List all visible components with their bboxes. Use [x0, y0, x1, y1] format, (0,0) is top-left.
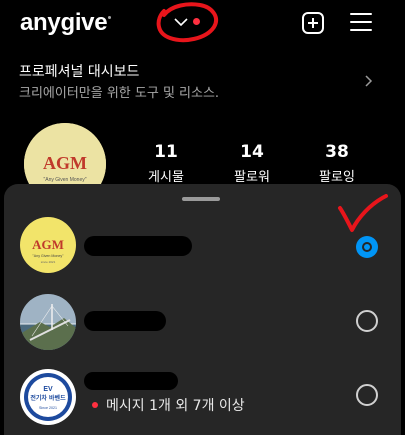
posts-stat[interactable]: 11 게시물 — [136, 142, 196, 185]
account-avatar: EV 전기차 바벤드 Since 2021 — [20, 369, 76, 425]
following-label: 팔로잉 — [319, 170, 355, 185]
following-stat[interactable]: 38 팔로잉 — [307, 142, 367, 185]
svg-text:"Any Given Money": "Any Given Money" — [43, 177, 86, 183]
svg-text:전기차 바벤드: 전기차 바벤드 — [30, 394, 66, 402]
svg-text:Since 2021: Since 2021 — [39, 406, 57, 410]
message-count-text: 메시지 1개 외 7개 이상 — [106, 398, 245, 414]
account-avatar: AGM "Any Given Money" since 2021 — [20, 217, 76, 273]
hamburger-menu-icon[interactable] — [350, 12, 372, 32]
followers-stat[interactable]: 14 팔로워 — [222, 142, 282, 185]
sheet-drag-handle[interactable] — [182, 197, 220, 201]
unread-dot — [92, 402, 98, 408]
app-logo: anygive — [20, 9, 108, 36]
account-radio[interactable] — [356, 384, 378, 406]
svg-text:"Any Given Money": "Any Given Money" — [33, 254, 65, 258]
svg-text:since 2021: since 2021 — [41, 260, 56, 264]
account-avatar — [20, 294, 76, 350]
dashboard-title: 프로페셔널 대시보드 — [19, 64, 140, 80]
posts-count: 11 — [154, 142, 178, 162]
following-count: 38 — [325, 142, 349, 162]
top-bar: anygive — [0, 0, 405, 50]
account-switch-chevron-icon[interactable] — [174, 17, 188, 27]
svg-text:AGM: AGM — [43, 153, 87, 173]
followers-count: 14 — [240, 142, 264, 162]
redacted-username — [84, 311, 166, 331]
dashboard-subtitle: 크리에이터만을 위한 도구 및 리소스. — [19, 86, 220, 101]
account-radio[interactable] — [356, 310, 378, 332]
account-item[interactable] — [4, 287, 401, 357]
followers-label: 팔로워 — [234, 170, 270, 185]
chevron-right-icon — [365, 75, 373, 87]
redacted-username — [84, 236, 192, 256]
posts-label: 게시물 — [148, 170, 184, 185]
account-switcher-sheet: AGM "Any Given Money" since 2021 EV 전기차 … — [4, 184, 401, 435]
create-plus-icon[interactable] — [302, 12, 324, 34]
logo-dot — [108, 16, 111, 19]
svg-text:AGM: AGM — [32, 237, 64, 252]
account-item[interactable]: AGM "Any Given Money" since 2021 — [4, 210, 401, 280]
notification-dot — [193, 18, 200, 25]
svg-text:EV: EV — [43, 386, 53, 393]
professional-dashboard-row[interactable]: 프로페셔널 대시보드 크리에이터만을 위한 도구 및 리소스. — [0, 55, 405, 107]
redacted-username — [84, 372, 178, 390]
account-radio-selected[interactable] — [356, 236, 378, 258]
